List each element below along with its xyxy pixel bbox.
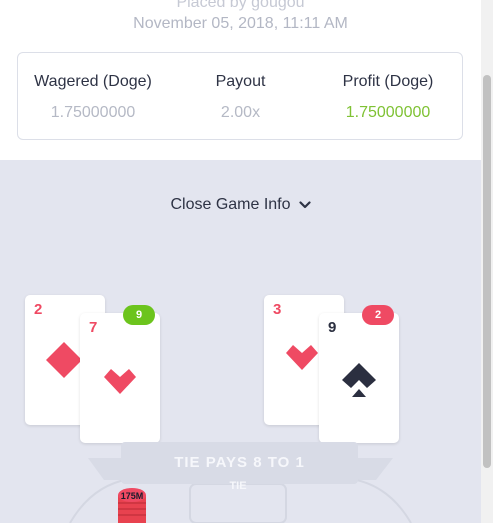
bet-summary: Placed by gougou November 05, 2018, 11:1…	[0, 0, 481, 160]
chip-amount: 175M	[120, 491, 144, 501]
wagered-label: Wagered (Doge)	[34, 73, 152, 90]
heart-icon	[286, 345, 318, 370]
tie-pays-banner: TIE PAYS 8 TO 1	[121, 442, 358, 484]
player-card-2: 7	[80, 313, 160, 443]
placed-by-text: Placed by gougou	[176, 0, 305, 11]
scrollbar-thumb[interactable]	[483, 75, 491, 468]
bet-date: November 05, 2018, 11:11 AM	[133, 15, 348, 32]
close-game-info-label: Close Game Info	[170, 196, 291, 214]
player-total-badge: 9	[123, 305, 155, 325]
card-rank: 7	[89, 319, 98, 336]
wagered-value: 1.75000000	[50, 104, 136, 121]
card-rank: 9	[328, 319, 337, 336]
spade-icon	[342, 363, 376, 397]
payout-label: Payout	[215, 73, 266, 90]
bet-chip-stack[interactable]: 175M	[118, 485, 146, 523]
card-rank: 3	[273, 301, 282, 318]
payout-value: 2.00x	[220, 104, 261, 121]
profit-value: 1.75000000	[345, 104, 431, 121]
chevron-down-icon	[298, 196, 311, 214]
close-game-info-button[interactable]: Close Game Info	[0, 196, 481, 214]
card-rank: 2	[34, 301, 43, 318]
diamond-icon	[46, 342, 82, 378]
profit-label: Profit (Doge)	[342, 73, 434, 90]
game-info-panel: Placed by gougou November 05, 2018, 11:1…	[0, 0, 493, 523]
banker-card-2: 9	[319, 313, 399, 443]
tie-label: TIE	[229, 480, 247, 492]
banker-total-badge: 2	[362, 305, 394, 325]
stats-box: Wagered (Doge) 1.75000000 Payout 2.00x P…	[17, 52, 463, 140]
heart-icon	[104, 369, 136, 394]
